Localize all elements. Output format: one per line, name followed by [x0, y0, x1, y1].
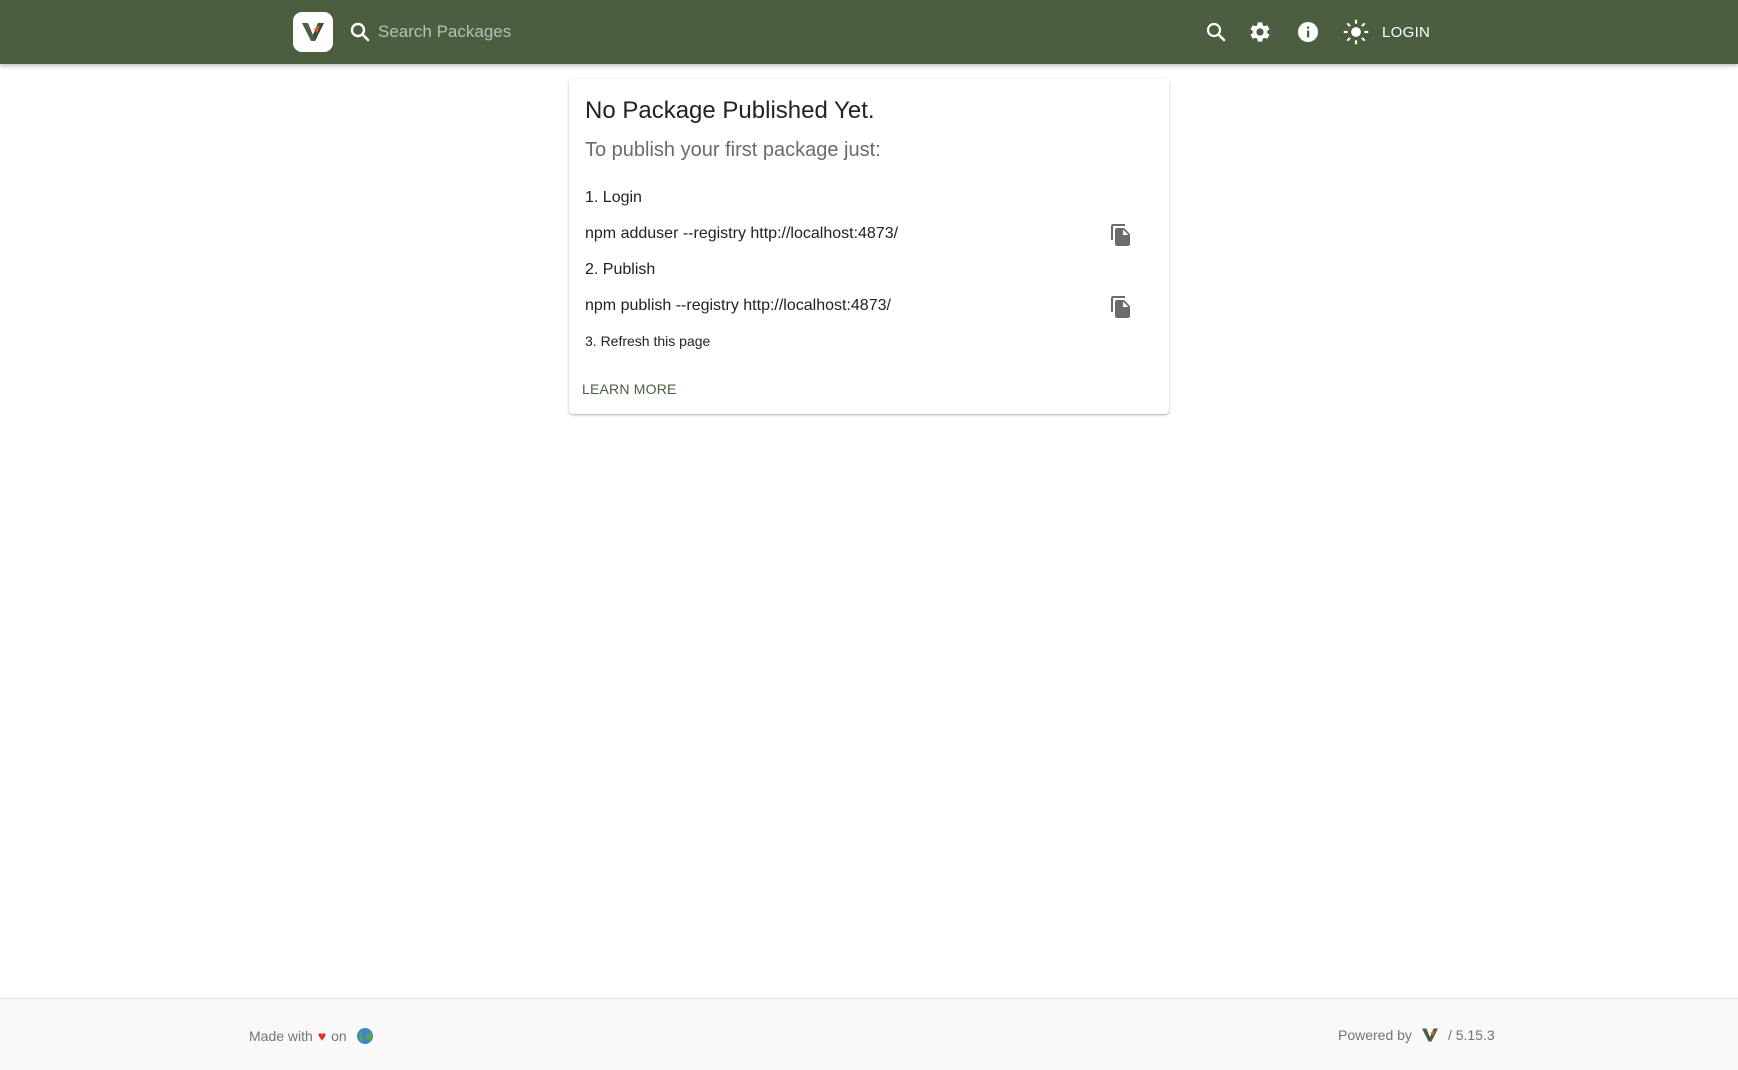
step-refresh-label: 3. Refresh this page	[585, 333, 711, 349]
powered-by-text: Powered by	[1338, 1027, 1412, 1043]
copy-adduser-button[interactable]	[1106, 220, 1136, 250]
step-login-label: 1. Login	[585, 189, 642, 206]
page-footer: Made with ♥ on Powered by / 5.15.3	[0, 998, 1738, 1070]
made-with-text: Made with	[249, 1028, 313, 1044]
footer-made-with: Made with ♥ on	[249, 1027, 374, 1045]
search-button[interactable]	[1200, 16, 1232, 48]
verdaccio-logo[interactable]	[293, 12, 333, 52]
info-button[interactable]	[1292, 16, 1324, 48]
info-icon	[1298, 22, 1318, 42]
heart-icon: ♥	[317, 1028, 327, 1044]
verdaccio-logo-icon[interactable]	[1420, 1027, 1440, 1043]
login-button[interactable]: LOGIN	[1382, 20, 1430, 44]
theme-toggle-button[interactable]	[1340, 16, 1372, 48]
card-title: No Package Published Yet.	[585, 97, 875, 124]
copy-publish-button[interactable]	[1106, 292, 1136, 322]
publish-command: npm publish --registry http://localhost:…	[585, 297, 891, 314]
no-packages-card: No Package Published Yet. To publish you…	[569, 79, 1169, 414]
search-icon	[350, 22, 370, 42]
globe-icon[interactable]	[356, 1027, 374, 1045]
sun-icon	[1343, 19, 1369, 45]
learn-more-button[interactable]: LEARN MORE	[582, 381, 677, 397]
search-bar	[348, 14, 848, 50]
copy-icon	[1111, 224, 1130, 246]
top-header: LOGIN	[0, 0, 1738, 64]
gear-icon	[1250, 22, 1270, 42]
app-root: LOGIN No Package Published Yet. To publi…	[0, 0, 1738, 1070]
verdaccio-logo-icon	[302, 23, 324, 41]
adduser-command: npm adduser --registry http://localhost:…	[585, 225, 899, 242]
search-icon	[1206, 22, 1226, 42]
step-publish-label: 2. Publish	[585, 261, 656, 278]
search-packages-input[interactable]	[378, 17, 818, 47]
version-text: / 5.15.3	[1447, 1027, 1495, 1043]
on-text: on	[331, 1028, 347, 1044]
settings-button[interactable]	[1244, 16, 1276, 48]
card-subtitle: To publish your first package just:	[585, 139, 881, 161]
copy-icon	[1111, 296, 1130, 318]
footer-powered-by: Powered by / 5.15.3	[1338, 1027, 1495, 1043]
